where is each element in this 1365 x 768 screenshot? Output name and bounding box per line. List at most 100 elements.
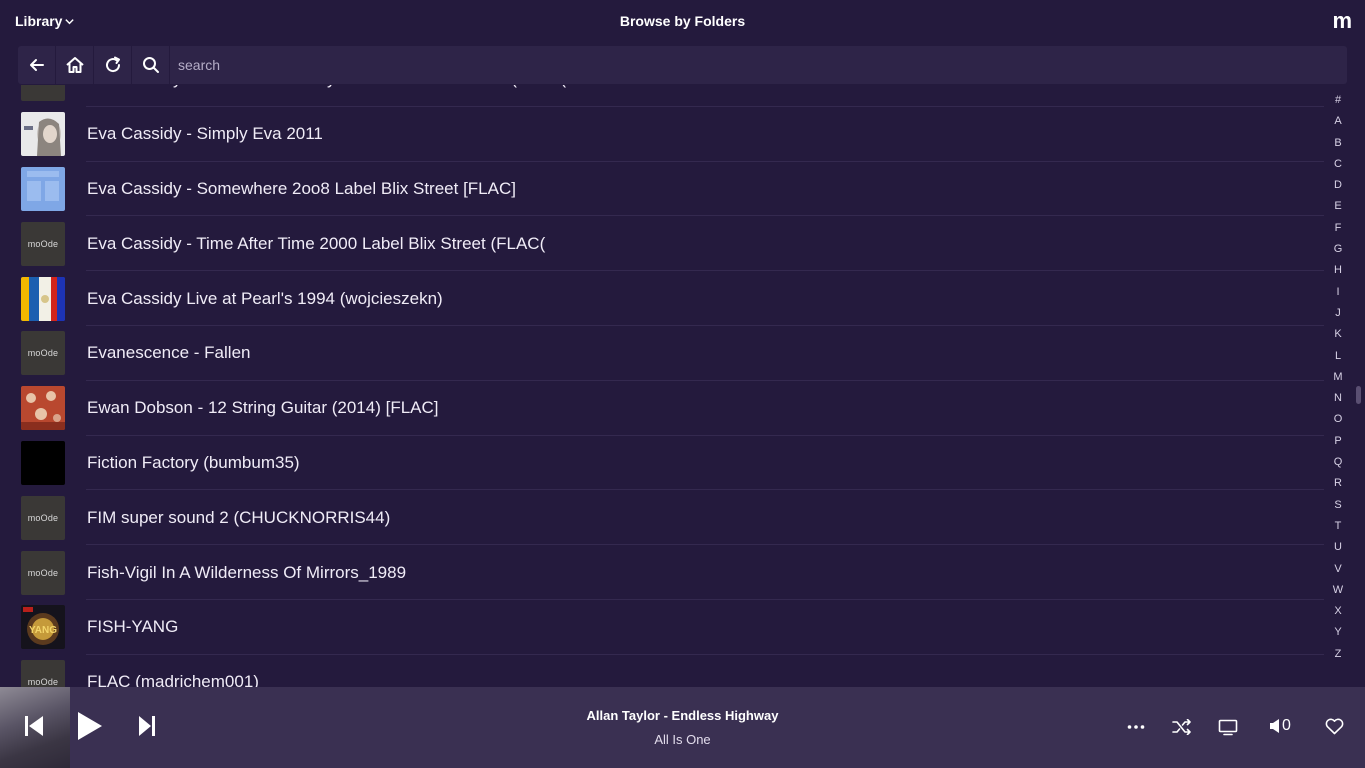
alpha-index-item[interactable]: B	[1328, 135, 1348, 156]
refresh-button[interactable]	[94, 46, 132, 84]
folder-thumbnail	[21, 440, 65, 485]
alpha-index-item[interactable]: W	[1328, 582, 1348, 603]
display-icon	[1218, 719, 1238, 736]
alpha-index: # A B C D E F G H I J K L M N O P Q R S T U V W X Y Z	[1328, 92, 1348, 667]
alpha-index-item[interactable]: H	[1328, 262, 1348, 283]
alpha-index-item[interactable]: K	[1328, 326, 1348, 347]
folder-label: FISH-YANG	[87, 617, 179, 637]
shuffle-icon	[1172, 719, 1191, 735]
folder-thumbnail: moOde	[21, 660, 65, 687]
moode-thumb-text: moOde	[27, 512, 59, 523]
folder-row[interactable]: moOde Eva Cassidy - Time After Time 2000 …	[0, 216, 1324, 271]
moode-logo[interactable]: m	[1332, 8, 1352, 34]
folder-row[interactable]: Ewan Dobson - 12 String Guitar (2014) [F…	[0, 381, 1324, 436]
home-icon	[65, 57, 84, 73]
alpha-index-item[interactable]: Y	[1328, 624, 1348, 645]
refresh-icon	[105, 56, 120, 73]
alpha-index-item[interactable]: X	[1328, 603, 1348, 624]
scrollbar-thumb[interactable]	[1356, 386, 1361, 404]
svg-text:YANG: YANG	[29, 625, 57, 636]
display-button[interactable]	[1218, 719, 1238, 736]
folder-thumbnail	[21, 386, 65, 431]
alpha-index-item[interactable]: I	[1328, 284, 1348, 305]
folder-row[interactable]: moOde FLAC (madrichem001)	[0, 655, 1324, 687]
search-input[interactable]	[170, 46, 1347, 84]
alpha-index-item[interactable]: N	[1328, 390, 1348, 411]
moode-thumb-text: moOde	[27, 677, 59, 687]
alpha-index-item[interactable]: J	[1328, 305, 1348, 326]
alpha-index-item[interactable]: Q	[1328, 454, 1348, 475]
folder-thumbnail: moOde	[21, 221, 65, 266]
folder-label: Fiction Factory (bumbum35)	[87, 452, 300, 472]
folder-list[interactable]: moOde Eva Cassidy - Live At Blues Alley 1…	[0, 85, 1324, 687]
folder-thumbnail: moOde	[21, 550, 65, 595]
folder-label: Ewan Dobson - 12 String Guitar (2014) [F…	[87, 398, 439, 418]
home-button[interactable]	[56, 46, 94, 84]
folder-row[interactable]: moOde Eva Cassidy - Live At Blues Alley 1…	[0, 85, 1324, 107]
alpha-index-item[interactable]: G	[1328, 241, 1348, 262]
alpha-index-item[interactable]: Z	[1328, 646, 1348, 667]
folder-label: Eva Cassidy - Time After Time 2000 Label…	[87, 233, 546, 253]
header: Library Browse by Folders m	[0, 0, 1365, 42]
folder-thumbnail: YANG	[21, 605, 65, 650]
folder-label: Evanescence - Fallen	[87, 343, 251, 363]
folder-row[interactable]: Fiction Factory (bumbum35)	[0, 436, 1324, 491]
alpha-index-item[interactable]: D	[1328, 177, 1348, 198]
folder-thumbnail: moOde	[21, 85, 65, 102]
browse-toolbar	[18, 46, 1347, 84]
folder-row[interactable]: Eva Cassidy - Simply Eva 2011	[0, 107, 1324, 162]
folder-row[interactable]: Eva Cassidy Live at Pearl's 1994 (wojcie…	[0, 271, 1324, 326]
folder-label: FLAC (madrichem001)	[87, 672, 259, 687]
folder-label: Eva Cassidy - Simply Eva 2011	[87, 124, 323, 144]
alpha-index-item[interactable]: F	[1328, 220, 1348, 241]
alpha-index-item[interactable]: #	[1328, 92, 1348, 113]
folder-row[interactable]: moOde Fish-Vigil In A Wilderness Of Mirro…	[0, 545, 1324, 600]
more-button[interactable]	[1127, 724, 1145, 730]
volume-control[interactable]: 0	[1269, 717, 1291, 735]
volume-icon	[1270, 719, 1279, 733]
search-wrap	[170, 46, 1347, 84]
alpha-index-item[interactable]: C	[1328, 156, 1348, 177]
volume-level: 0	[1282, 717, 1291, 734]
moode-thumb-text: moOde	[27, 567, 59, 578]
alpha-index-item[interactable]: P	[1328, 433, 1348, 454]
heart-icon	[1325, 718, 1344, 735]
back-button[interactable]	[18, 46, 56, 84]
shuffle-button[interactable]	[1172, 719, 1192, 735]
moode-thumb-text: moOde	[27, 348, 59, 359]
alpha-index-item[interactable]: V	[1328, 561, 1348, 582]
alpha-index-item[interactable]: U	[1328, 539, 1348, 560]
alpha-index-item[interactable]: O	[1328, 411, 1348, 432]
more-icon	[1127, 725, 1145, 729]
favorite-button[interactable]	[1325, 718, 1344, 735]
alpha-index-item[interactable]: L	[1328, 348, 1348, 369]
folder-thumbnail: moOde	[21, 331, 65, 376]
folder-thumbnail	[21, 166, 65, 211]
folder-thumbnail	[21, 276, 65, 321]
moode-thumb-text: moOde	[27, 238, 59, 249]
arrow-left-icon	[29, 59, 44, 71]
alpha-index-item[interactable]: E	[1328, 198, 1348, 219]
search-button[interactable]	[132, 46, 170, 84]
folder-label: Fish-Vigil In A Wilderness Of Mirrors_19…	[87, 562, 407, 582]
folder-thumbnail	[21, 112, 65, 157]
folder-row[interactable]: moOde Evanescence - Fallen	[0, 326, 1324, 381]
alpha-index-item[interactable]: T	[1328, 518, 1348, 539]
folder-label: FIM super sound 2 (CHUCKNORRIS44)	[87, 507, 391, 527]
alpha-index-item[interactable]: S	[1328, 497, 1348, 518]
track-title[interactable]: Allan Taylor - Endless Highway	[0, 708, 1365, 723]
folder-label: Eva Cassidy - Live At Blues Alley 1996 L…	[87, 85, 566, 89]
folder-label: Eva Cassidy - Somewhere 2oo8 Label Blix …	[87, 178, 516, 198]
folder-thumbnail: moOde	[21, 495, 65, 540]
track-album[interactable]: All Is One	[0, 732, 1365, 747]
alpha-index-item[interactable]: A	[1328, 113, 1348, 134]
alpha-index-item[interactable]: M	[1328, 369, 1348, 390]
alpha-index-item[interactable]: R	[1328, 475, 1348, 496]
page-title: Browse by Folders	[619, 13, 746, 29]
folder-row[interactable]: YANG FISH-YANG	[0, 600, 1324, 655]
folder-row[interactable]: Eva Cassidy - Somewhere 2oo8 Label Blix …	[0, 162, 1324, 217]
search-icon	[142, 57, 159, 73]
player-bar: Allan Taylor - Endless Highway All Is On…	[0, 687, 1365, 768]
folder-row[interactable]: moOde FIM super sound 2 (CHUCKNORRIS44)	[0, 490, 1324, 545]
folder-label: Eva Cassidy Live at Pearl's 1994 (wojcie…	[87, 288, 443, 308]
